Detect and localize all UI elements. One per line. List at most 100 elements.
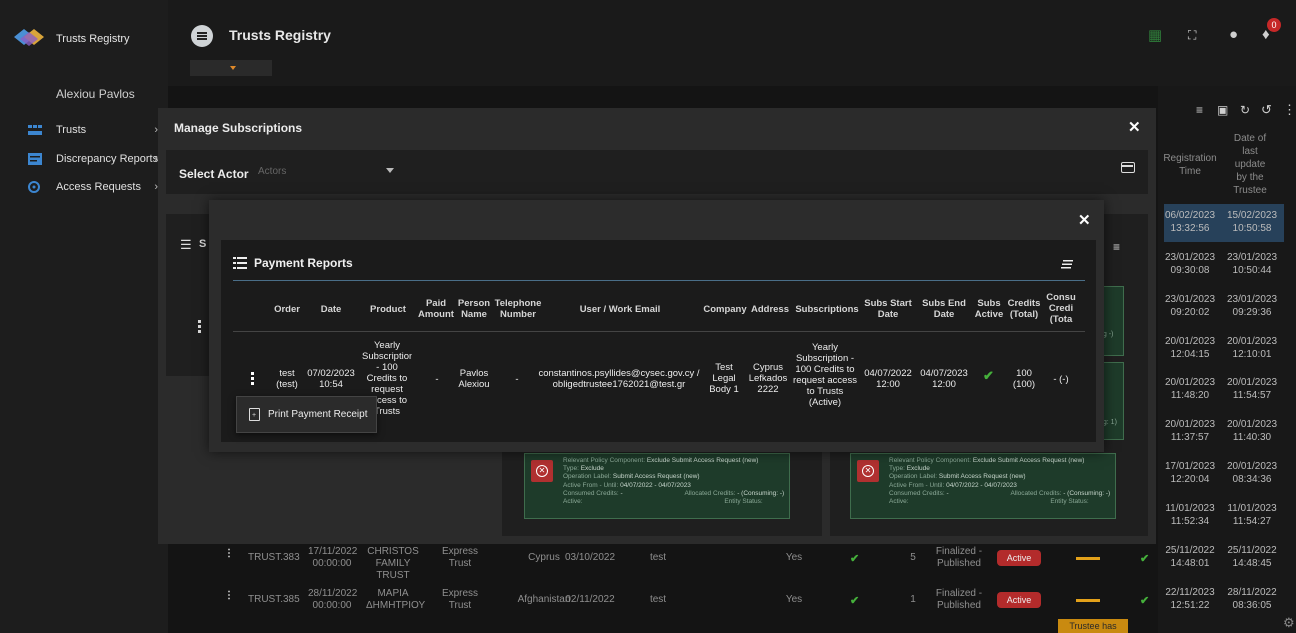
column-header-subscriptions[interactable]: Subscriptions <box>792 304 862 315</box>
column-header-email[interactable]: User / Work Email <box>560 304 680 315</box>
account-icon[interactable]: ● <box>1229 26 1238 43</box>
column-header-company[interactable]: Company <box>702 304 748 315</box>
column-header-address[interactable]: Address <box>749 304 791 315</box>
row-actions-icon[interactable] <box>251 372 255 386</box>
check-icon: ✔ <box>1140 553 1150 565</box>
cell-status: Finalized - Published <box>935 546 983 569</box>
app-name: Trusts Registry <box>56 33 130 45</box>
registration-time-cell: 25/11/2022 14:48:01 <box>1165 545 1215 569</box>
row-menu-icon[interactable] <box>198 320 201 334</box>
cell-type: Express Trust <box>441 546 479 569</box>
cell-subs-end: 04/07/2023 12:00 <box>920 368 968 390</box>
sync-icon[interactable]: ↻ <box>1240 103 1250 117</box>
cell-count: 1 <box>910 594 916 605</box>
column-header-order[interactable]: Order <box>272 304 302 315</box>
top-dropdown[interactable] <box>190 60 272 76</box>
top-bar <box>168 0 1296 86</box>
cell-name: ΜΑΡΙΑ ΔΗΜΗΤΡΙΟΥ <box>366 588 426 611</box>
cell-user: test <box>649 594 667 605</box>
cell-date: 07/02/2023 10:54 <box>307 368 355 390</box>
column-header-subs-active[interactable]: Subs Active <box>974 298 1004 320</box>
fullscreen-icon[interactable]: ⛶ <box>1188 28 1196 43</box>
column-header-subs-start[interactable]: Subs Start Date <box>864 298 912 320</box>
card-icon[interactable] <box>1121 162 1135 173</box>
dialog-title: Manage Subscriptions <box>174 121 303 135</box>
export-icon[interactable]: ▣ <box>1217 103 1228 117</box>
row-menu-icon[interactable]: ⋮ <box>224 590 234 602</box>
more-icon[interactable]: ⋮ <box>1283 102 1296 118</box>
cell-yes: Yes <box>785 594 803 605</box>
select-actor-label: Select Actor <box>179 167 249 181</box>
registration-time-cell: 23/01/2023 09:30:08 <box>1164 252 1216 276</box>
policy-box: ✕ Relevant Policy Component: Exclude Sub… <box>524 453 790 519</box>
page-title: Trusts Registry <box>229 27 331 43</box>
column-header-date[interactable]: Date <box>316 304 346 315</box>
column-header-consumed[interactable]: Consu Credi (Tota <box>1044 292 1078 325</box>
row-menu-icon[interactable]: ⋮ <box>224 548 234 560</box>
section-title-stub: S <box>199 238 207 250</box>
filter-icon[interactable]: ≡ <box>1196 103 1203 117</box>
check-icon: ✔ <box>983 368 994 383</box>
last-update-cell: 20/01/2023 12:10:01 <box>1226 336 1278 360</box>
report-icon <box>28 153 42 165</box>
registration-time-cell: 22/11/2023 12:51:22 <box>1165 587 1215 611</box>
cell-credits: 100 (100) <box>1012 368 1036 390</box>
cell-consumed: - (-) <box>1053 374 1069 385</box>
column-header-subs-end[interactable]: Subs End Date <box>920 298 968 320</box>
cell-trust-id: TRUST.383 <box>248 552 300 563</box>
app-logo-icon <box>14 29 44 46</box>
cell-date: 28/11/2022 00:00:00 <box>308 588 358 611</box>
registration-time-cell: 23/01/2023 09:20:02 <box>1164 294 1216 318</box>
sidebar-item-access-requests[interactable]: Access Requests › <box>28 178 164 196</box>
cell-status: Finalized - Published <box>935 588 983 611</box>
list-icon: ☰ <box>180 237 192 252</box>
cell-date: 17/11/2022 00:00:00 <box>308 546 358 569</box>
cell-date2: 03/10/2022 <box>564 552 616 563</box>
cell-subs-start: 04/07/2022 12:00 <box>864 368 912 390</box>
sidebar-item-trusts[interactable]: Trusts › <box>28 121 164 139</box>
cell-subscriptions: Yearly Subscription - 100 Credits to req… <box>793 342 857 408</box>
exclude-icon: ✕ <box>857 460 879 482</box>
column-header-paid-amount[interactable]: Paid Amount <box>418 298 454 320</box>
registration-time-cell: 20/01/2023 11:48:20 <box>1164 377 1216 401</box>
sidebar-item-label: Discrepancy Reports <box>56 153 159 165</box>
column-header-credits[interactable]: Credits (Total) <box>1004 298 1044 320</box>
refresh-icon[interactable]: ↺ <box>1261 102 1272 118</box>
cell-count: 5 <box>910 552 916 563</box>
cell-email: constantinos.psyllides@cysec.gov.cy / ob… <box>538 368 700 390</box>
cell-trust-id: TRUST.385 <box>248 594 300 605</box>
actor-select[interactable]: Actors <box>258 166 396 177</box>
column-header-person-name[interactable]: Person Name <box>456 298 492 320</box>
column-header-product[interactable]: Product <box>366 304 410 315</box>
column-header-telephone[interactable]: Telephone Number <box>492 298 544 320</box>
last-update-cell: 28/11/2022 08:36:05 <box>1227 587 1277 611</box>
column-header-registration-time: Registration Time <box>1163 153 1217 177</box>
sidebar-item-label: Access Requests <box>56 181 141 193</box>
settings-gear-icon[interactable]: ⚙ <box>1283 615 1295 631</box>
column-header-last-update: Date of last update by the Trustee <box>1233 133 1267 196</box>
last-update-cell: 20/01/2023 11:40:30 <box>1226 419 1278 443</box>
menu-lines-icon[interactable]: ≡ <box>1113 240 1120 254</box>
cell-address: Cyprus Lefkados 2222 <box>748 362 788 395</box>
cell-company: Test Legal Body 1 <box>709 362 739 395</box>
last-update-cell: 15/02/2023 10:50:58 <box>1226 210 1278 234</box>
user-name: Alexiou Pavlos <box>56 87 135 101</box>
close-icon[interactable]: ✕ <box>1078 211 1091 229</box>
sidebar-item-discrepancy-reports[interactable]: Discrepancy Reports › <box>28 150 164 168</box>
check-icon: ✔ <box>850 595 860 607</box>
close-icon[interactable]: ✕ <box>1128 118 1141 136</box>
trustee-indicator <box>1076 599 1100 602</box>
registration-time-cell: 20/01/2023 11:37:57 <box>1164 419 1216 443</box>
access-icon <box>28 181 42 193</box>
registration-time-cell: 17/01/2023 12:20:04 <box>1164 461 1216 485</box>
grid-icon[interactable]: ▦ <box>1148 26 1162 44</box>
last-update-cell: 23/01/2023 10:50:44 <box>1226 252 1278 276</box>
menu-lines-icon[interactable] <box>1061 260 1073 269</box>
registration-time-cell: 06/02/2023 13:32:56 <box>1164 210 1216 234</box>
cell-yes: Yes <box>785 552 803 563</box>
registration-time-cell: 11/01/2023 11:52:34 <box>1165 503 1215 527</box>
menu-toggle-button[interactable] <box>191 25 213 47</box>
print-receipt-label: Print Payment Receipt <box>268 409 368 420</box>
print-receipt-menu-item[interactable]: + Print Payment Receipt <box>236 396 377 433</box>
sidebar: Trusts Registry Alexiou Pavlos Trusts › … <box>0 0 168 633</box>
